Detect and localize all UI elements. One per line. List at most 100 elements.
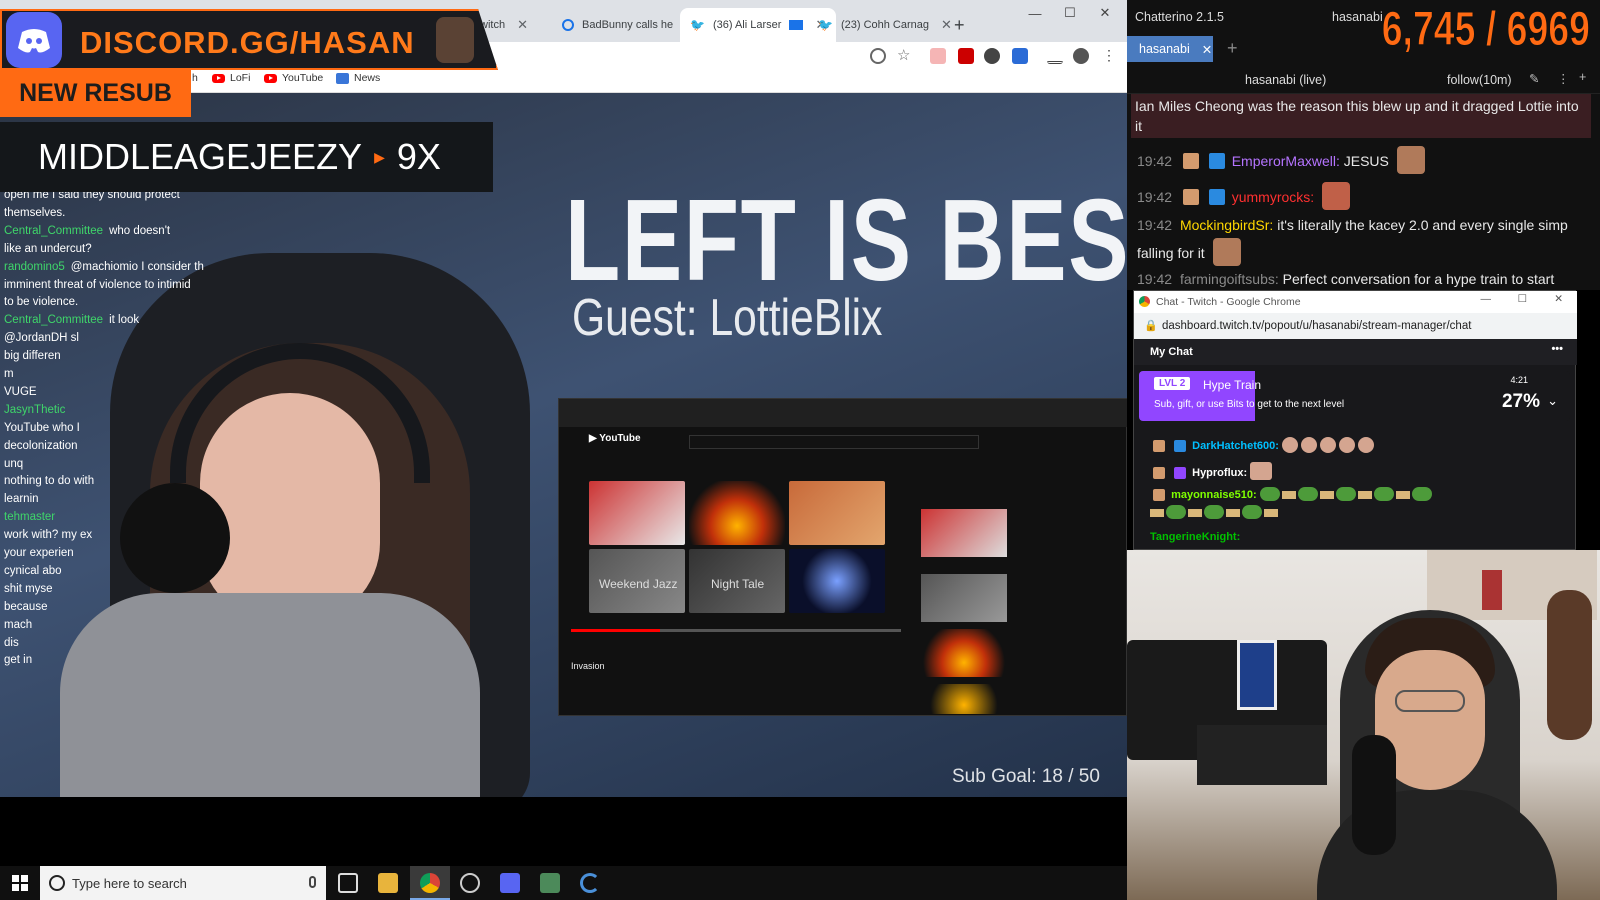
overlay-chat-text: learnin: [4, 493, 39, 506]
add-split-icon[interactable]: +: [1579, 70, 1586, 84]
youtube-icon: [212, 73, 225, 83]
menu-icon[interactable]: ⋮: [1557, 71, 1570, 86]
username[interactable]: DarkHatchet600:: [1192, 440, 1279, 452]
username[interactable]: MockingbirdSr:: [1180, 217, 1273, 233]
sub-badge-icon: [1182, 153, 1199, 169]
extension-icon[interactable]: [984, 48, 1000, 64]
progress-fill: [571, 629, 661, 632]
tab-hasanabi[interactable]: hasanabi ✕: [1127, 36, 1213, 62]
thumbnail-label: Weekend Jazz: [599, 577, 678, 591]
taskbar-search[interactable]: Type here to search: [40, 866, 326, 900]
close-tab-icon[interactable]: ✕: [517, 17, 528, 33]
profile-avatar[interactable]: [1073, 48, 1089, 64]
overlay-chat-user: Central_Committee: [4, 224, 104, 237]
star-icon[interactable]: ☆: [897, 46, 913, 64]
add-tab-button[interactable]: +: [1227, 38, 1238, 59]
channel-name: hasanabi (live): [1245, 73, 1327, 87]
chatterino-icon[interactable]: [580, 873, 600, 893]
overlay-chat-line: like an undercut?: [4, 242, 92, 256]
add-icon[interactable]: [870, 48, 886, 64]
pepe-emote-icon: [1335, 487, 1356, 501]
overlay-chat-line: get in: [4, 653, 32, 667]
obs-icon[interactable]: [460, 873, 480, 893]
overlay-chat-text: shit myse: [4, 582, 53, 595]
username[interactable]: farmingoiftsubs:: [1180, 271, 1279, 287]
chrome-icon[interactable]: [420, 873, 440, 893]
overlay-chat-text: @JordanDH sl: [4, 332, 79, 345]
emote-icon: [1212, 238, 1241, 266]
chat-mode: follow(10m): [1447, 73, 1512, 87]
message-text: Ian Miles Cheong was the reason this ble…: [1135, 98, 1579, 134]
overlay-chat-text: it look: [109, 314, 140, 327]
app-title: Chatterino 2.1.5: [1135, 10, 1224, 24]
chatterino-window: Chatterino 2.1.5 hasanabi 6,745 / 6969 h…: [1127, 0, 1600, 290]
minimize-button[interactable]: —: [1481, 293, 1492, 305]
overlay-chat-text: mach: [4, 618, 33, 631]
poster: [1237, 640, 1277, 710]
letterbox: [0, 797, 1127, 866]
site-icon: [562, 19, 574, 31]
account-name[interactable]: hasanabi: [1332, 10, 1383, 24]
twitch-popout-window: Chat - Twitch - Google Chrome — ☐ ✕ 🔒 da…: [1133, 290, 1577, 550]
chevron-down-icon[interactable]: ⌄: [1547, 393, 1558, 409]
discord-taskbar-icon[interactable]: [500, 873, 520, 893]
more-icon[interactable]: •••: [1551, 343, 1563, 355]
chat-message: TangerineKnight:: [1150, 531, 1240, 543]
close-window-button[interactable]: ✕: [1082, 0, 1128, 26]
windows-icon: [12, 875, 28, 891]
maximize-button[interactable]: ☐: [1518, 293, 1527, 305]
prime-badge-icon: [1208, 189, 1225, 205]
username[interactable]: Hyproflux:: [1192, 467, 1247, 479]
emote-icon: [1339, 437, 1356, 453]
youtube-video-title: Invasion: [571, 661, 605, 671]
reading-list-icon[interactable]: [1047, 48, 1063, 64]
username[interactable]: EmperorMaxwell:: [1232, 153, 1340, 169]
sub-badge-icon: [1153, 440, 1165, 452]
username[interactable]: TangerineKnight:: [1150, 531, 1240, 543]
username[interactable]: mayonnaise510:: [1171, 489, 1257, 501]
start-button[interactable]: [0, 866, 40, 900]
close-window-button[interactable]: ✕: [1554, 293, 1563, 305]
overlay-chat-line: learnin: [4, 492, 39, 506]
message-text: JESUS: [1343, 153, 1389, 169]
tab-label: (23) Cohh Carnag: [840, 19, 930, 31]
channel-header: hasanabi (live) follow(10m) ✎ ⋮ +: [1127, 66, 1600, 94]
overlay-chat-line: your experien: [4, 546, 74, 560]
bookmark-item[interactable]: LoFi: [212, 72, 250, 84]
pencil-icon[interactable]: ✎: [1529, 71, 1539, 86]
overlay-chat-text: cynical abo: [4, 564, 62, 577]
pepe-emote-icon: [1411, 487, 1432, 501]
hype-train[interactable]: LVL 2 Hype Train Sub, gift, or use Bits …: [1139, 371, 1570, 421]
overlay-chat-line: @JordanDH sl: [4, 331, 79, 345]
extension-icon[interactable]: [930, 48, 946, 64]
video-thumbnail: [689, 481, 785, 545]
file-explorer-icon[interactable]: [378, 873, 398, 893]
bookmark-item[interactable]: h: [192, 72, 198, 84]
extension-icon[interactable]: [958, 48, 974, 64]
extension-icon[interactable]: [1012, 48, 1028, 64]
video-guest: Guest: LottieBlix: [572, 289, 883, 347]
mic-icon[interactable]: [309, 876, 316, 888]
twitter-icon: 🐦: [690, 18, 705, 32]
chrome-icon: [1139, 296, 1150, 307]
discord-banner: DISCORD.GG/HASAN: [0, 9, 498, 70]
app-icon[interactable]: [540, 873, 560, 893]
overlay-chat-user: Central_Committee: [4, 314, 104, 327]
bookmark-item[interactable]: YouTube: [264, 72, 323, 84]
username[interactable]: yummyrocks:: [1232, 189, 1314, 205]
glasses: [1395, 690, 1465, 712]
tab-cohh[interactable]: 🐦 (23) Cohh Carnag ✕: [808, 8, 962, 42]
bookmark-item[interactable]: News: [336, 72, 380, 84]
streamer-webcam: [1127, 550, 1600, 900]
new-tab-button[interactable]: +: [944, 8, 975, 42]
microphone: [1352, 735, 1396, 855]
hype-level: LVL 2: [1154, 377, 1191, 390]
task-view-icon[interactable]: [338, 873, 358, 893]
overlay-chat-text: who doesn't: [109, 224, 171, 237]
emote-icon: [1264, 509, 1278, 517]
menu-icon[interactable]: ⋮: [1102, 47, 1118, 63]
hype-timer: 4:21: [1510, 375, 1528, 385]
popout-address-bar[interactable]: 🔒 dashboard.twitch.tv/popout/u/hasanabi/…: [1134, 313, 1577, 339]
close-tab-icon[interactable]: ✕: [1202, 42, 1212, 57]
hype-subtitle: Sub, gift, or use Bits to get to the nex…: [1154, 399, 1345, 410]
